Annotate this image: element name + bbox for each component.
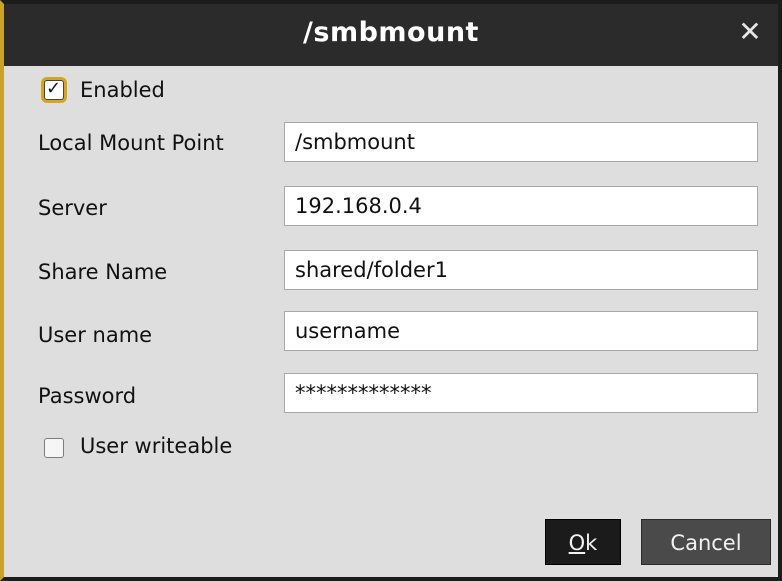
server-input[interactable]: 192.168.0.4 <box>284 186 758 226</box>
enabled-label: Enabled <box>80 78 165 102</box>
user-writeable-label: User writeable <box>80 434 233 458</box>
cancel-button[interactable]: Cancel <box>641 519 771 565</box>
smbmount-dialog: /smbmount ✕ ✓ Enabled Local Mount Point … <box>0 0 782 581</box>
user-name-label: User name <box>38 323 153 347</box>
ok-label-rest: k <box>585 531 598 555</box>
enabled-checkbox[interactable]: ✓ <box>44 78 64 100</box>
ok-mnemonic: O <box>568 531 586 555</box>
dialog-content: ✓ Enabled Local Mount Point /smbmount Se… <box>4 66 778 577</box>
share-name-label: Share Name <box>38 260 168 284</box>
password-input[interactable]: ************* <box>284 373 758 413</box>
server-label: Server <box>38 196 107 220</box>
ok-button[interactable]: Ok <box>545 519 621 565</box>
close-icon[interactable]: ✕ <box>734 16 766 48</box>
local-mount-point-input[interactable]: /smbmount <box>284 122 758 162</box>
title-bar[interactable]: /smbmount ✕ <box>4 4 778 66</box>
local-mount-point-label: Local Mount Point <box>38 131 224 155</box>
checkmark-icon: ✓ <box>46 78 62 99</box>
share-name-input[interactable]: shared/folder1 <box>284 250 758 290</box>
password-label: Password <box>38 384 137 408</box>
dialog-title: /smbmount <box>303 17 479 48</box>
user-name-input[interactable]: username <box>284 311 758 351</box>
user-writeable-checkbox[interactable] <box>44 438 64 458</box>
